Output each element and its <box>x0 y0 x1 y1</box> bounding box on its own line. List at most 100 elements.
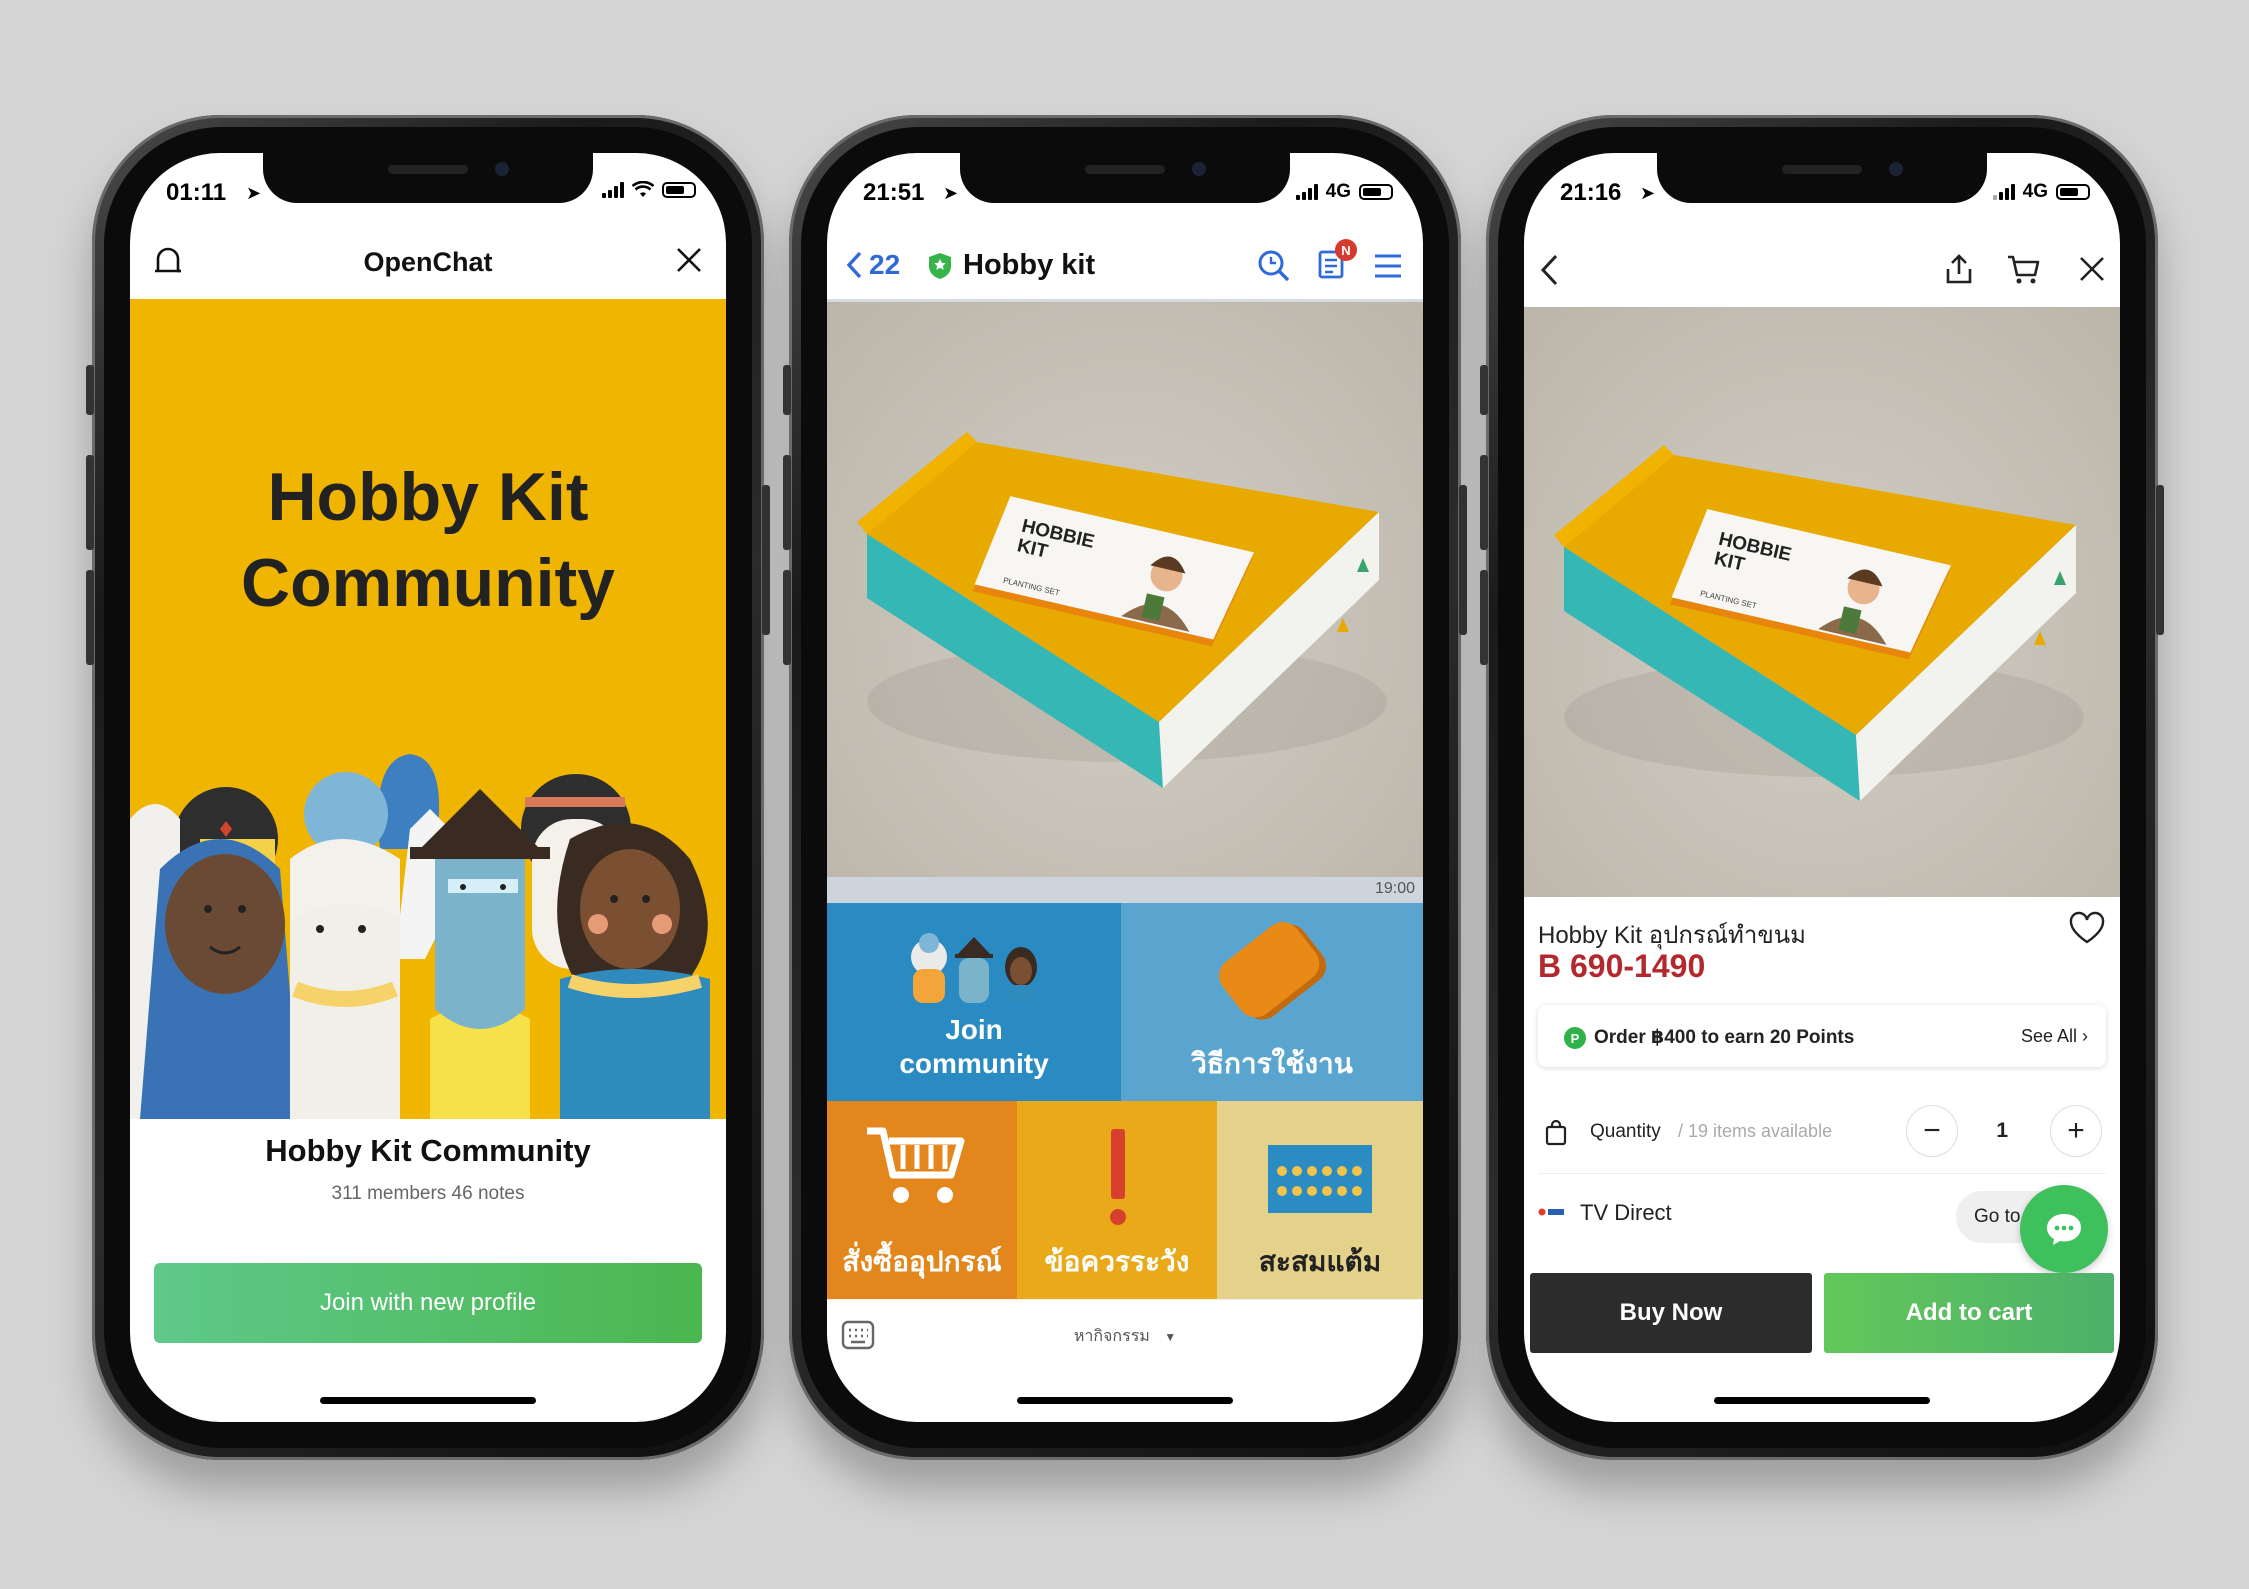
phone-openchat: 01:11 ➤ OpenChat Hobby Kit Community Hob… <box>86 115 770 1460</box>
menu-caution[interactable]: ข้อควรระวัง <box>1017 1101 1217 1299</box>
shop-name: TV Direct <box>1580 1200 1672 1225</box>
home-indicator[interactable] <box>320 1397 536 1404</box>
menu-icon[interactable] <box>1373 253 1403 279</box>
find-activity-toggle[interactable]: หากิจกรรม ▼ <box>827 1324 1423 1349</box>
menu-join-line2: community <box>899 1048 1049 1079</box>
notch <box>1657 153 1987 203</box>
notch <box>960 153 1290 203</box>
exclamation-icon <box>1110 1129 1126 1225</box>
battery-icon <box>662 181 696 198</box>
rich-menu: Join community วิธีการใช้งาน สั่งซื้ออุป… <box>827 903 1423 1299</box>
shop-row: TV Direct Go to <box>1538 1173 2108 1273</box>
location-arrow-icon: ➤ <box>943 183 959 203</box>
book-icon <box>1219 922 1327 1020</box>
status-time: 21:51 <box>863 179 925 206</box>
chat-button[interactable] <box>2020 1185 2108 1273</box>
menu-join-community[interactable]: Join community <box>827 903 1121 1101</box>
share-icon[interactable] <box>1944 253 1974 285</box>
quantity-row: Quantity / 19 items available − 1 + <box>1538 1093 2106 1174</box>
menu-order[interactable]: สั่งซื้ออุปกรณ์ <box>827 1101 1017 1299</box>
community-cover: Hobby Kit Community <box>130 299 726 1119</box>
see-all-link[interactable]: See All › <box>2021 1026 2088 1047</box>
menu-points[interactable]: สะสมแต้ม <box>1217 1101 1423 1299</box>
product-photo[interactable]: HOBBIE KIT PLANTING SET <box>827 302 1423 877</box>
battery-icon <box>2056 184 2090 200</box>
cover-title-line2: Community <box>241 545 615 621</box>
notes-badge: N <box>1335 239 1357 261</box>
chat-header: 22 Hobby kit N <box>827 235 1423 302</box>
caret-down-icon: ▼ <box>1164 1330 1177 1344</box>
menu-points-label: สะสมแต้ม <box>1258 1246 1382 1277</box>
location-arrow-icon: ➤ <box>1640 183 1656 203</box>
quantity-available: / 19 items available <box>1678 1121 1833 1141</box>
signal-icon <box>602 181 624 198</box>
screen: 01:11 ➤ OpenChat Hobby Kit Community Hob… <box>130 153 726 1422</box>
community-stats: 311 members 46 notes <box>331 1183 525 1204</box>
cart-icon[interactable] <box>2006 253 2040 285</box>
quantity-label: Quantity <box>1590 1121 1661 1142</box>
menu-order-label: สั่งซื้ออุปกรณ์ <box>842 1246 1002 1277</box>
people-illustration <box>130 754 710 1119</box>
stamp-card-icon <box>1268 1145 1372 1213</box>
hobby-kit-box-image: HOBBIE KIT PLANTING SET <box>857 432 1387 788</box>
screen: 21:16 ➤ 4G HOBBIE KIT PLANTING SET Hobby… <box>1524 153 2120 1422</box>
notes-button[interactable]: N <box>1317 239 1357 284</box>
notch <box>263 153 593 203</box>
points-badge-icon: P <box>1564 1027 1586 1049</box>
network-type: 4G <box>1325 181 1351 202</box>
buy-now-button[interactable]: Buy Now <box>1530 1273 1812 1353</box>
location-arrow-icon: ➤ <box>246 183 262 203</box>
see-all-label: See All <box>2020 1026 2077 1046</box>
network-type: 4G <box>2022 181 2048 202</box>
cover-title: Hobby Kit Community <box>130 454 726 626</box>
back-icon[interactable] <box>1538 253 1560 287</box>
quantity-increase-button[interactable]: + <box>2050 1105 2102 1157</box>
chat-title: Hobby kit <box>963 249 1096 281</box>
home-indicator[interactable] <box>1017 1397 1233 1404</box>
chat-bubble-icon <box>2047 1214 2081 1245</box>
menu-join-line1: Join <box>945 1014 1003 1045</box>
product-photo[interactable]: HOBBIE KIT PLANTING SET <box>1524 307 2120 897</box>
cover-title-line1: Hobby Kit <box>267 459 589 535</box>
unread-count: 22 <box>869 249 901 280</box>
close-icon[interactable] <box>674 245 704 275</box>
hobby-kit-box-image: HOBBIE KIT PLANTING SET <box>1554 445 2084 801</box>
verified-shield-icon <box>929 253 951 279</box>
chevron-left-icon <box>846 251 862 279</box>
phone-chat: 21:51 ➤ 4G 22 Hobby kit N HOBBIE KIT PLA… <box>783 115 1467 1460</box>
close-icon[interactable] <box>2078 255 2106 283</box>
add-to-cart-button[interactable]: Add to cart <box>1824 1273 2114 1353</box>
openchat-header: OpenChat <box>130 235 726 299</box>
tv-direct-logo <box>1538 1208 1564 1216</box>
phone-product: 21:16 ➤ 4G HOBBIE KIT PLANTING SET Hobby… <box>1480 115 2164 1460</box>
points-banner[interactable]: P Order ฿400 to earn 20 Points See All › <box>1538 1005 2106 1067</box>
chevron-right-icon: › <box>2082 1026 2088 1046</box>
header-title: OpenChat <box>363 247 493 277</box>
find-activity-label: หากิจกรรม <box>1073 1328 1150 1345</box>
back-button[interactable]: 22 <box>845 249 900 281</box>
community-name: Hobby Kit Community <box>265 1133 591 1168</box>
product-header <box>1524 235 2120 307</box>
status-time: 01:11 <box>166 179 227 206</box>
chat-bottom-bar: หากิจกรรม ▼ <box>827 1299 1423 1370</box>
home-indicator[interactable] <box>1714 1397 1930 1404</box>
heart-icon[interactable] <box>2068 911 2106 945</box>
quantity-decrease-button[interactable]: − <box>1906 1105 1958 1157</box>
product-price: B 690-1490 <box>1538 948 1706 984</box>
menu-join-label: Join community <box>899 1013 1048 1101</box>
quantity-value[interactable]: 1 <box>1996 1119 2008 1143</box>
people-icon <box>911 933 1037 1003</box>
screen: 21:51 ➤ 4G 22 Hobby kit N HOBBIE KIT PLA… <box>827 153 1423 1422</box>
signal-icon <box>1992 184 2015 200</box>
menu-howto[interactable]: วิธีการใช้งาน <box>1121 903 1423 1101</box>
header-actions: N <box>1257 239 1403 284</box>
points-text: Order ฿400 to earn 20 Points <box>1594 1027 1855 1048</box>
menu-caution-label: ข้อควรระวัง <box>1044 1246 1190 1277</box>
search-icon[interactable] <box>1257 249 1291 283</box>
wifi-icon <box>632 181 654 197</box>
message-time: 19:00 <box>1374 880 1415 897</box>
signal-icon <box>1295 184 1318 200</box>
join-button[interactable]: Join with new profile <box>154 1263 702 1343</box>
menu-howto-label: วิธีการใช้งาน <box>1191 1048 1353 1079</box>
battery-icon <box>1359 184 1393 200</box>
